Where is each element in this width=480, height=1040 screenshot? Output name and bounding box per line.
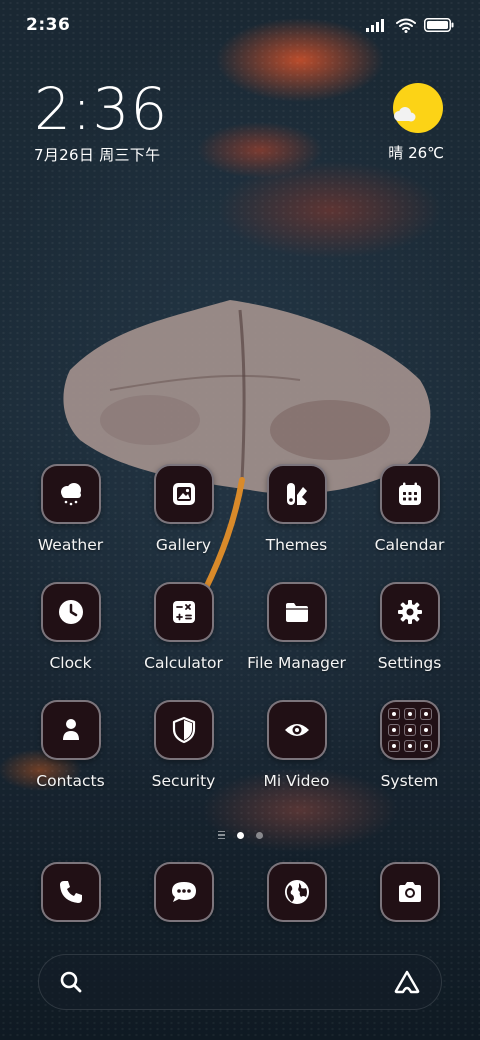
signal-icon bbox=[366, 19, 384, 32]
app-label: Themes bbox=[265, 536, 328, 554]
app-gallery[interactable]: Gallery bbox=[127, 464, 240, 554]
status-icons bbox=[366, 18, 454, 33]
cloud-rain-icon bbox=[60, 483, 81, 506]
app-label: Weather bbox=[37, 536, 104, 554]
app-calendar[interactable]: Calendar bbox=[353, 464, 466, 554]
shield-icon bbox=[172, 716, 195, 744]
page-dot-active[interactable] bbox=[236, 831, 244, 839]
status-time: 2:36 bbox=[26, 15, 71, 35]
calculator-icon bbox=[172, 601, 195, 623]
partly-sunny-icon bbox=[392, 82, 444, 134]
app-label: Gallery bbox=[155, 536, 212, 554]
app-label: Clock bbox=[49, 654, 92, 672]
calendar-icon bbox=[398, 482, 421, 505]
app-label: Mi Video bbox=[263, 772, 330, 790]
clock-widget[interactable]: 2:36 7月26日 周三下午 bbox=[34, 78, 168, 165]
app-icon-tile[interactable] bbox=[379, 582, 440, 642]
app-icon-tile[interactable] bbox=[266, 464, 327, 524]
app-label: Contacts bbox=[36, 772, 105, 790]
widget-date: 7月26日 周三下午 bbox=[34, 146, 161, 164]
mini-app-icon bbox=[403, 740, 416, 752]
app-contacts[interactable]: Contacts bbox=[14, 700, 127, 790]
app-icon-tile[interactable] bbox=[153, 464, 214, 524]
page-indicator[interactable] bbox=[0, 828, 480, 842]
app-file-manager[interactable]: File Manager bbox=[240, 582, 353, 672]
dock-browser[interactable] bbox=[266, 862, 327, 922]
mini-app-icon bbox=[419, 724, 432, 736]
status-bar: 2:36 bbox=[0, 0, 480, 50]
app-icon-tile[interactable] bbox=[40, 582, 101, 642]
app-settings[interactable]: Settings bbox=[353, 582, 466, 672]
globe-icon bbox=[284, 880, 309, 904]
app-label: System bbox=[380, 772, 439, 790]
widget-time: 2:36 bbox=[34, 75, 169, 143]
message-icon bbox=[171, 882, 196, 902]
search-icon[interactable] bbox=[59, 970, 83, 994]
app-label: Calendar bbox=[374, 536, 445, 554]
app-icon-tile[interactable] bbox=[379, 464, 440, 524]
feed-page-indicator[interactable] bbox=[217, 830, 225, 840]
mini-app-icon bbox=[403, 724, 416, 736]
camera-icon bbox=[398, 882, 421, 902]
mini-app-icon bbox=[387, 708, 400, 720]
weather-widget[interactable]: 晴 26℃ bbox=[388, 82, 444, 163]
app-icon-tile[interactable] bbox=[379, 700, 440, 760]
app-security[interactable]: Security bbox=[127, 700, 240, 790]
app-grid: Weather Gallery Themes Calendar Clock Ca… bbox=[14, 464, 466, 790]
app-system-folder[interactable]: System bbox=[353, 700, 466, 790]
gear-icon bbox=[397, 600, 422, 624]
image-icon bbox=[172, 483, 195, 505]
app-label: Calculator bbox=[144, 654, 223, 672]
clock-icon bbox=[58, 600, 83, 624]
mini-app-icon bbox=[387, 740, 400, 752]
app-weather[interactable]: Weather bbox=[14, 464, 127, 554]
mini-app-icon bbox=[387, 724, 400, 736]
app-icon-tile[interactable] bbox=[266, 582, 327, 642]
battery-icon bbox=[424, 18, 454, 32]
app-icon-tile[interactable] bbox=[266, 700, 327, 760]
wifi-icon bbox=[396, 18, 416, 33]
eye-icon bbox=[284, 724, 309, 736]
app-icon-tile[interactable] bbox=[153, 582, 214, 642]
app-clock[interactable]: Clock bbox=[14, 582, 127, 672]
dock-camera[interactable] bbox=[379, 862, 440, 922]
dock-phone[interactable] bbox=[40, 862, 101, 922]
assistant-icon[interactable] bbox=[393, 969, 421, 995]
app-mi-video[interactable]: Mi Video bbox=[240, 700, 353, 790]
page-dot[interactable] bbox=[255, 831, 263, 839]
folder-grid-icon bbox=[387, 708, 432, 752]
dock-messages[interactable] bbox=[153, 862, 214, 922]
app-icon-tile[interactable] bbox=[40, 700, 101, 760]
brush-palette-icon bbox=[286, 483, 307, 505]
mini-app-icon bbox=[419, 740, 432, 752]
app-icon-tile[interactable] bbox=[153, 700, 214, 760]
app-label: Security bbox=[151, 772, 216, 790]
phone-icon bbox=[59, 881, 82, 903]
app-icon-tile[interactable] bbox=[40, 464, 101, 524]
weather-summary: 晴 26℃ bbox=[388, 144, 444, 162]
folder-icon bbox=[285, 603, 308, 622]
mini-app-icon bbox=[419, 708, 432, 720]
app-themes[interactable]: Themes bbox=[240, 464, 353, 554]
person-icon bbox=[62, 719, 79, 740]
app-label: Settings bbox=[377, 654, 442, 672]
app-label: File Manager bbox=[247, 654, 346, 672]
mini-app-icon bbox=[403, 708, 416, 720]
dock bbox=[14, 862, 466, 922]
search-bar[interactable] bbox=[38, 954, 442, 1010]
app-calculator[interactable]: Calculator bbox=[127, 582, 240, 672]
